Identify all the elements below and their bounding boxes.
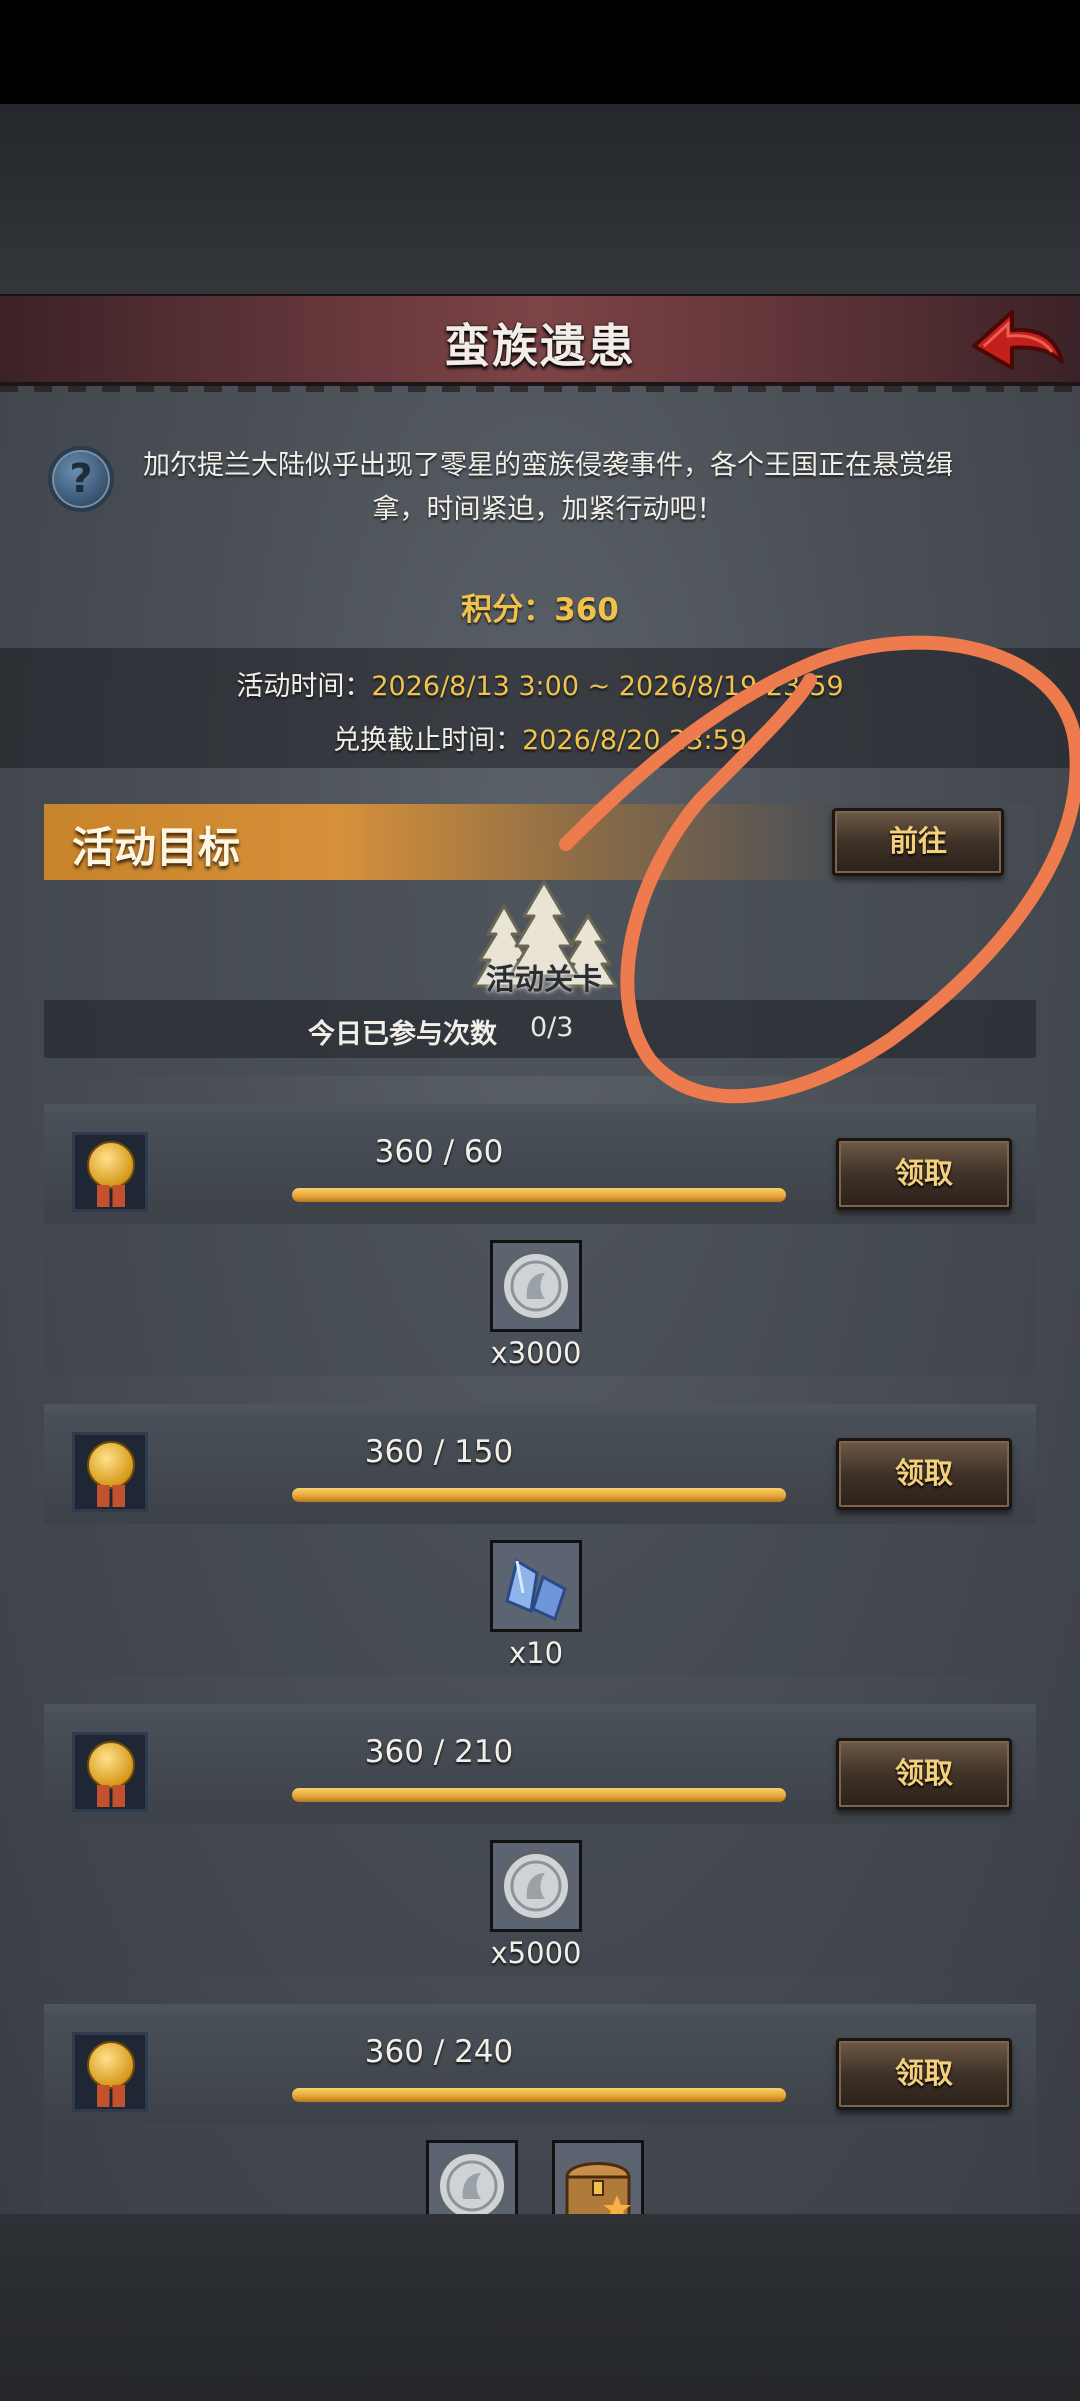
medal-icon bbox=[72, 1432, 148, 1512]
progress-fill bbox=[292, 1488, 786, 1502]
bottom-background bbox=[0, 2214, 1080, 2401]
progress-fill bbox=[292, 1188, 786, 1202]
progress-bar bbox=[292, 1788, 786, 1802]
activity-time-value: 2026/8/13 3:00 ~ 2026/8/19 23:59 bbox=[371, 671, 844, 702]
exchange-deadline-value: 2026/8/20 23:59 bbox=[522, 725, 747, 756]
participation-bar: 今日已参与次数 0/3 bbox=[44, 1000, 1036, 1058]
reward-card: 360 / 60 领取 x3000 bbox=[44, 1104, 1036, 1376]
reward-card-header: 360 / 210 领取 bbox=[44, 1704, 1036, 1824]
silver-coin-icon[interactable] bbox=[490, 1240, 582, 1332]
reward-card: 360 / 240 领取 bbox=[44, 2004, 1036, 2214]
score-display: 积分：360 bbox=[0, 584, 1080, 629]
page-title: 蛮族遗患 bbox=[444, 319, 636, 373]
activity-goal-card: 活动目标 前往 活动关卡 今日已参与次数 0/3 bbox=[44, 804, 1036, 1076]
score-label: 积分： bbox=[461, 592, 555, 628]
progress-text: 360 / 60 bbox=[374, 1134, 504, 1170]
progress-bar bbox=[292, 1188, 786, 1202]
claim-button[interactable]: 领取 bbox=[836, 2038, 1012, 2110]
progress-text: 360 / 150 bbox=[364, 1434, 514, 1470]
top-background bbox=[0, 104, 1080, 294]
activity-time-row: 活动时间：2026/8/13 3:00 ~ 2026/8/19 23:59 bbox=[0, 664, 1080, 703]
progress-bar bbox=[292, 2088, 786, 2102]
treasure-chest-icon[interactable] bbox=[552, 2140, 644, 2214]
progress-fill bbox=[292, 1788, 786, 1802]
activity-time-label: 活动时间： bbox=[236, 671, 372, 702]
progress-text: 360 / 240 bbox=[364, 2034, 514, 2070]
back-arrow-icon[interactable] bbox=[970, 302, 1066, 382]
reward-card-header: 360 / 240 领取 bbox=[44, 2004, 1036, 2124]
participation-label: 今日已参与次数 bbox=[308, 1019, 497, 1050]
score-value: 360 bbox=[554, 592, 619, 628]
silver-coin-icon[interactable] bbox=[490, 1840, 582, 1932]
claim-button[interactable]: 领取 bbox=[836, 1738, 1012, 1810]
reward-card: 360 / 210 领取 x5000 bbox=[44, 1704, 1036, 1976]
exchange-deadline-row: 兑换截止时间：2026/8/20 23:59 bbox=[0, 718, 1080, 757]
item-quantity: x5000 bbox=[490, 1936, 582, 1970]
go-button[interactable]: 前往 bbox=[832, 808, 1004, 876]
claim-button[interactable]: 领取 bbox=[836, 1138, 1012, 1210]
crystal-icon[interactable] bbox=[490, 1540, 582, 1632]
time-info: 活动时间：2026/8/13 3:00 ~ 2026/8/19 23:59 兑换… bbox=[0, 648, 1080, 768]
progress-fill bbox=[292, 2088, 786, 2102]
progress-bar bbox=[292, 1488, 786, 1502]
event-description: 加尔提兰大陆似乎出现了零星的蛮族侵袭事件，各个王国正在悬赏缉拿，时间紧迫，加紧行… bbox=[143, 450, 953, 525]
activity-goal-title: 活动目标 bbox=[72, 823, 241, 872]
stage-label: 活动关卡 bbox=[485, 962, 602, 996]
help-icon[interactable]: ? bbox=[48, 446, 114, 512]
progress-text: 360 / 210 bbox=[364, 1734, 514, 1770]
participation-count: 0/3 bbox=[530, 1012, 574, 1043]
item-quantity: x10 bbox=[508, 1636, 564, 1670]
reward-card: 360 / 150 领取 x10 bbox=[44, 1404, 1036, 1676]
activity-goal-header: 活动目标 前往 bbox=[44, 804, 1036, 880]
reward-card-header: 360 / 150 领取 bbox=[44, 1404, 1036, 1524]
silver-coin-icon[interactable] bbox=[426, 2140, 518, 2214]
item-quantity: x3000 bbox=[490, 1336, 582, 1370]
title-bar: 蛮族遗患 bbox=[0, 294, 1080, 392]
medal-icon bbox=[72, 1732, 148, 1812]
claim-button[interactable]: 领取 bbox=[836, 1438, 1012, 1510]
medal-icon bbox=[72, 1132, 148, 1212]
status-bar bbox=[0, 0, 1080, 104]
exchange-deadline-label: 兑换截止时间： bbox=[333, 725, 523, 756]
reward-card-header: 360 / 60 领取 bbox=[44, 1104, 1036, 1224]
event-panel: 蛮族遗患 ? 加尔提兰大陆似乎出现了零星的蛮族侵袭事件，各个王国正在悬赏缉拿，时… bbox=[0, 294, 1080, 2214]
medal-icon bbox=[72, 2032, 148, 2112]
